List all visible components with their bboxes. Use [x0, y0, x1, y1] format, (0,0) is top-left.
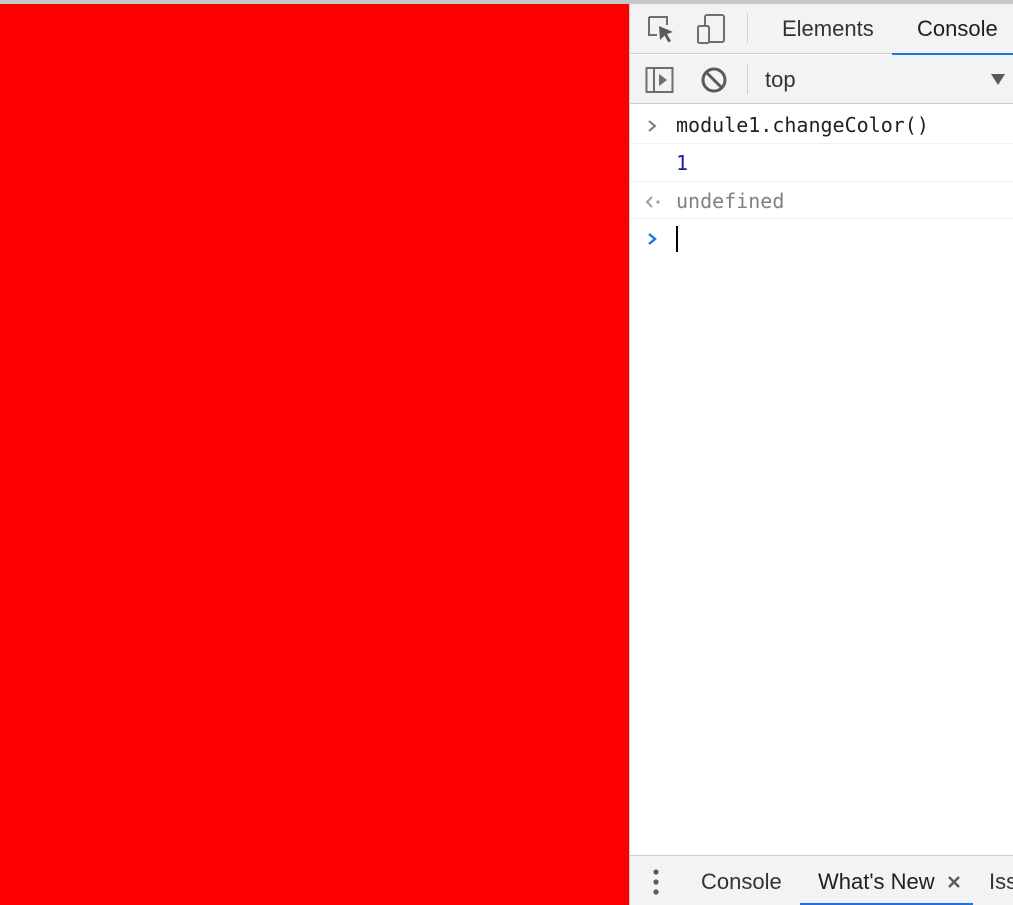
execution-context-select[interactable]: top — [765, 55, 796, 104]
close-icon[interactable] — [947, 875, 961, 894]
console-entry-log: 1 — [630, 144, 1013, 182]
page-viewport — [0, 4, 629, 905]
drawer-menu-icon[interactable] — [652, 869, 660, 900]
inspect-element-icon[interactable] — [646, 14, 676, 44]
device-toolbar-icon[interactable] — [696, 14, 726, 44]
prompt-chevron-icon — [644, 228, 660, 252]
tab-elements-label: Elements — [782, 16, 874, 41]
drawer-tabbar: Console What's New Iss — [630, 855, 1013, 905]
console-result-text: undefined — [676, 189, 785, 213]
console-entry-input: module1.changeColor() — [630, 105, 1013, 144]
result-arrow-icon — [644, 191, 662, 215]
tab-console-label: Console — [917, 16, 998, 41]
drawer-tab-issues-label: Iss — [989, 869, 1013, 894]
devtools-panel: Elements Console top module1.changeColor… — [629, 4, 1013, 905]
drawer-tab-issues[interactable]: Iss — [989, 856, 1013, 905]
sidebar-toggle-icon[interactable] — [645, 65, 675, 95]
devtools-tabbar: Elements Console — [630, 4, 1013, 55]
tabbar-separator — [747, 13, 748, 43]
drawer-tab-whats-new-label: What's New — [818, 869, 935, 894]
tab-console[interactable]: Console — [892, 4, 1013, 55]
tab-elements[interactable]: Elements — [782, 4, 874, 54]
drawer-tab-whats-new[interactable]: What's New — [818, 856, 935, 905]
console-entry-result: undefined — [630, 182, 1013, 219]
console-prompt[interactable] — [630, 219, 1013, 259]
console-output: module1.changeColor() 1 undefined — [630, 105, 1013, 855]
text-cursor — [676, 226, 678, 252]
execution-context-value: top — [765, 67, 796, 92]
drawer-tab-console-label: Console — [701, 869, 782, 894]
toolbar-separator — [747, 64, 748, 94]
dropdown-arrow-icon[interactable] — [990, 71, 1006, 87]
input-chevron-icon — [644, 115, 660, 139]
console-log-value: 1 — [676, 151, 689, 175]
console-toolbar: top — [630, 55, 1013, 104]
drawer-tab-console[interactable]: Console — [701, 856, 782, 905]
console-input-text: module1.changeColor() — [676, 113, 929, 137]
clear-console-icon[interactable] — [699, 65, 729, 95]
